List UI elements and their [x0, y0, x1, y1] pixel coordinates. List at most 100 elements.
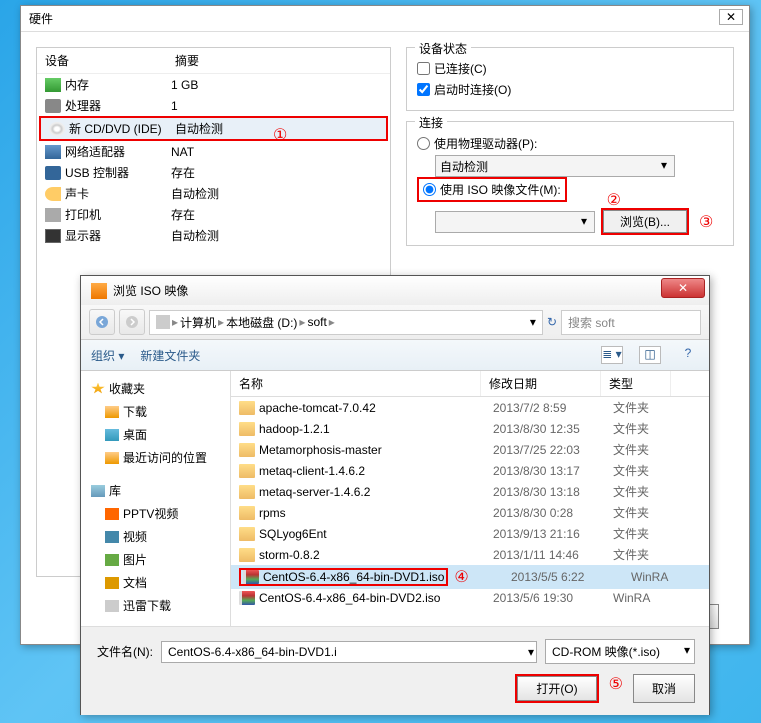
icon-mem [45, 78, 61, 92]
device-row[interactable]: 新 CD/DVD (IDE)自动检测 [39, 116, 388, 141]
filename-input[interactable]: CentOS-6.4-x86_64-bin-DVD1.i ▾ [161, 641, 537, 663]
connection-group: 连接 使用物理驱动器(P): 自动检测 ▾ 使用 ISO 映像文件(M): ② [406, 121, 734, 246]
crumb-drive[interactable]: 本地磁盘 (D:) [226, 314, 297, 331]
chevron-down-icon: ▾ [656, 158, 672, 174]
sidebar-xunlei[interactable]: 迅雷下载 [85, 594, 226, 617]
col-device: 设备 [45, 52, 175, 69]
view-options-icon[interactable]: ≣ ▾ [601, 346, 623, 364]
col-summary: 摘要 [175, 52, 199, 69]
navigation-pane: 收藏夹 下载 桌面 最近访问的位置 库 PPTV视频 视频 图片 文档 迅雷下载 [81, 371, 231, 626]
device-row[interactable]: 网络适配器NAT [37, 141, 390, 162]
connect-on-power-checkbox[interactable]: 启动时连接(O) [417, 79, 723, 100]
breadcrumb[interactable]: ▸ 计算机 ▸ 本地磁盘 (D:) ▸ soft ▸ ▾ [149, 310, 543, 335]
file-row[interactable]: SQLyog6Ent2013/9/13 21:16文件夹 [231, 523, 709, 544]
file-row[interactable]: Metamorphosis-master2013/7/25 22:03文件夹 [231, 439, 709, 460]
use-physical-radio[interactable]: 使用物理驱动器(P): [417, 132, 723, 155]
disc-icon [91, 283, 107, 299]
favorites-tree[interactable]: 收藏夹 [85, 377, 226, 400]
file-type-filter[interactable]: CD-ROM 映像(*.iso) ▾ [545, 639, 695, 664]
device-row[interactable]: USB 控制器存在 [37, 162, 390, 183]
file-list[interactable]: 名称 修改日期 类型 apache-tomcat-7.0.422013/7/2 … [231, 371, 709, 626]
file-row[interactable]: apache-tomcat-7.0.422013/7/2 8:59文件夹 [231, 397, 709, 418]
connected-checkbox[interactable]: 已连接(C) [417, 58, 723, 79]
sidebar-pictures[interactable]: 图片 [85, 548, 226, 571]
col-date[interactable]: 修改日期 [481, 371, 601, 396]
folder-icon [239, 548, 255, 562]
file-row[interactable]: storm-0.8.22013/1/11 14:46文件夹 [231, 544, 709, 565]
help-icon[interactable]: ? [677, 346, 699, 364]
back-button[interactable] [89, 309, 115, 335]
file-row[interactable]: CentOS-6.4-x86_64-bin-DVD2.iso2013/5/6 1… [231, 589, 709, 607]
crumb-folder[interactable]: soft [307, 315, 326, 329]
icon-usb [45, 166, 61, 180]
annotation-1: ① [273, 125, 287, 145]
chevron-down-icon[interactable]: ▾ [684, 643, 690, 657]
open-button[interactable]: 打开(O) [517, 676, 596, 701]
folder-icon [239, 464, 255, 478]
annotation-4: ④ [454, 567, 468, 587]
connected-input[interactable] [417, 62, 430, 75]
search-input[interactable]: 搜索 soft [561, 310, 701, 335]
arrow-right-icon [125, 315, 139, 329]
device-row[interactable]: 显示器自动检测 [37, 225, 390, 246]
folder-icon [239, 401, 255, 415]
archive-icon [239, 591, 255, 605]
preview-pane-icon[interactable]: ◫ [639, 346, 661, 364]
file-row[interactable]: CentOS-6.4-x86_64-bin-DVD1.iso④2013/5/5 … [231, 565, 709, 589]
device-status-group: 设备状态 已连接(C) 启动时连接(O) [406, 47, 734, 111]
sidebar-desktop[interactable]: 桌面 [85, 423, 226, 446]
iso-path-combo[interactable]: ▾ [435, 211, 595, 233]
file-row[interactable]: metaq-client-1.4.6.22013/8/30 13:17文件夹 [231, 460, 709, 481]
chevron-down-icon[interactable]: ▾ [530, 315, 536, 329]
libraries-tree[interactable]: 库 [85, 479, 226, 502]
dialog-title: 硬件 [29, 12, 53, 26]
use-iso-radio[interactable]: 使用 ISO 映像文件(M): [419, 179, 565, 200]
folder-icon [239, 443, 255, 457]
group-title: 设备状态 [415, 40, 471, 57]
sidebar-documents[interactable]: 文档 [85, 571, 226, 594]
chevron-down-icon[interactable]: ▾ [528, 645, 534, 659]
icon-net [45, 145, 61, 159]
col-type[interactable]: 类型 [601, 371, 671, 396]
file-row[interactable]: rpms2013/8/30 0:28文件夹 [231, 502, 709, 523]
icon-snd [45, 187, 61, 201]
group-title: 连接 [415, 114, 447, 131]
iso-radio-input[interactable] [423, 183, 436, 196]
new-folder-button[interactable]: 新建文件夹 [140, 347, 200, 364]
sidebar-pptv[interactable]: PPTV视频 [85, 502, 226, 525]
icon-cpu [45, 99, 61, 113]
filename-label: 文件名(N): [95, 643, 153, 660]
device-row[interactable]: 声卡自动检测 [37, 183, 390, 204]
sidebar-downloads[interactable]: 下载 [85, 400, 226, 423]
annotation-3: ③ [699, 212, 713, 232]
browse-iso-dialog: 浏览 ISO 映像 ✕ ▸ 计算机 ▸ 本地磁盘 (D:) ▸ soft ▸ ▾… [80, 275, 710, 715]
folder-icon [239, 527, 255, 541]
col-name[interactable]: 名称 [231, 371, 481, 396]
organize-menu[interactable]: 组织 ▾ [91, 347, 124, 364]
device-row[interactable]: 处理器1 [37, 95, 390, 116]
browse-button[interactable]: 浏览(B)... [603, 210, 687, 233]
forward-button[interactable] [119, 309, 145, 335]
icon-prn [45, 208, 61, 222]
device-row[interactable]: 内存1 GB [37, 74, 390, 95]
close-button[interactable]: ✕ [661, 278, 705, 298]
crumb-computer[interactable]: 计算机 [180, 314, 216, 331]
cancel-button[interactable]: 取消 [633, 674, 695, 703]
sidebar-videos[interactable]: 视频 [85, 525, 226, 548]
toolbar: 组织 ▾ 新建文件夹 ≣ ▾ ◫ ? [81, 340, 709, 371]
icon-disp [45, 229, 61, 243]
close-button[interactable]: ✕ [719, 9, 743, 25]
physical-drive-combo[interactable]: 自动检测 ▾ [435, 155, 675, 177]
device-list-header: 设备 摘要 [37, 48, 390, 74]
folder-icon [239, 485, 255, 499]
refresh-icon[interactable]: ↻ [547, 315, 557, 329]
device-row[interactable]: 打印机存在 [37, 204, 390, 225]
file-row[interactable]: metaq-server-1.4.6.22013/8/30 13:18文件夹 [231, 481, 709, 502]
dialog-titlebar: 硬件 ✕ [21, 6, 749, 32]
physical-radio-input[interactable] [417, 137, 430, 150]
sidebar-recent[interactable]: 最近访问的位置 [85, 446, 226, 469]
file-list-header: 名称 修改日期 类型 [231, 371, 709, 397]
connect-on-power-input[interactable] [417, 83, 430, 96]
file-row[interactable]: hadoop-1.2.12013/8/30 12:35文件夹 [231, 418, 709, 439]
file-dialog-title: 浏览 ISO 映像 [113, 282, 188, 299]
